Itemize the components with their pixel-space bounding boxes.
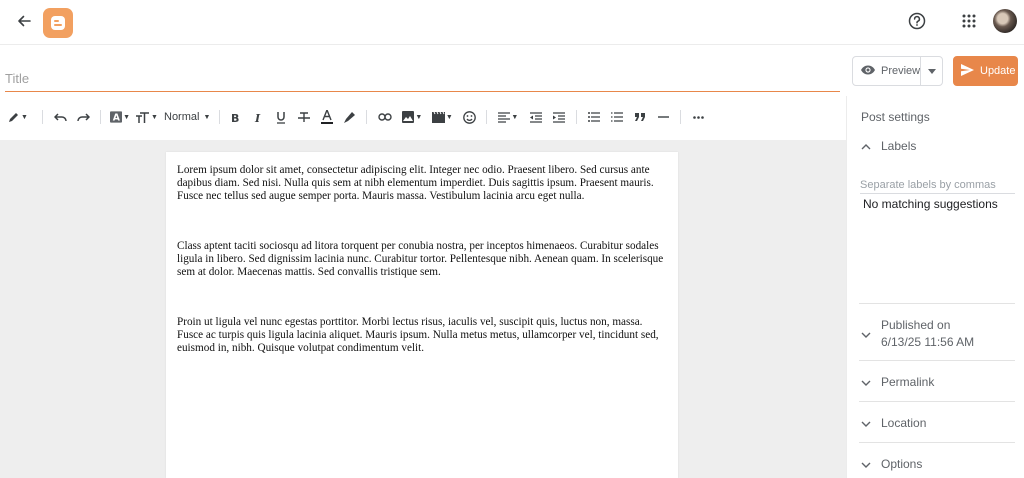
divider [859,360,1015,361]
panel-title: Post settings [861,110,930,124]
post-settings-panel: Post settings Labels No matching suggest… [846,96,1024,478]
italic-icon[interactable]: I [251,105,265,129]
font-size-dropdown[interactable]: Normal ▼ [164,105,210,129]
labels-section-header[interactable]: Labels [861,139,916,153]
chevron-up-icon [861,139,871,153]
top-bar [0,0,1024,45]
numbered-list-icon[interactable] [610,105,624,129]
pen-icon[interactable]: ▼ [7,105,29,129]
chevron-down-icon [861,375,871,389]
no-matching-suggestions: No matching suggestions [863,197,998,211]
blogger-logo[interactable] [43,8,73,38]
location-section-header[interactable]: Location [861,416,926,430]
highlight-icon[interactable] [342,105,356,129]
title-input[interactable] [5,66,840,92]
bold-icon[interactable]: B [228,105,242,129]
published-date: 6/13/25 11:56 AM [881,335,975,349]
labels-input[interactable] [860,176,1015,194]
published-section-header[interactable]: Published on 6/13/25 11:56 AM [861,317,974,351]
help-circle-icon[interactable] [907,11,927,31]
image-icon[interactable]: ▼ [401,105,423,129]
svg-text:B: B [231,112,239,123]
indent-decrease-icon[interactable] [529,105,543,129]
permalink-section-header[interactable]: Permalink [861,375,934,389]
quote-icon[interactable] [633,105,647,129]
divider [859,303,1015,304]
redo-icon[interactable] [75,105,91,129]
editor-page[interactable]: Lorem ipsum dolor sit amet, consectetur … [166,152,678,478]
chevron-down-icon [861,457,871,471]
preview-button[interactable]: Preview [853,57,922,85]
divider [859,442,1015,443]
published-heading: Published on [881,318,951,332]
indent-increase-icon[interactable] [552,105,566,129]
formatting-toolbar: ▼ A ▼ ▼ Normal ▼ B I ▼ ▼ ▼ [0,103,846,131]
arrow-back-icon[interactable] [14,11,34,31]
link-icon[interactable] [377,105,393,129]
chevron-down-icon [861,416,871,430]
preview-button-group: Preview [852,56,943,86]
update-label: Update [980,65,1016,77]
paragraph-3[interactable]: Proin ut ligula vel nunc egestas porttit… [177,316,667,355]
chevron-down-icon [861,327,871,341]
horizontal-rule-icon[interactable] [656,105,670,129]
undo-icon[interactable] [52,105,68,129]
more-icon[interactable] [691,105,705,129]
bulleted-list-icon[interactable] [587,105,601,129]
video-icon[interactable]: ▼ [431,105,453,129]
font-size-label: Normal [164,111,200,123]
emoji-icon[interactable] [461,105,477,129]
paragraph-1[interactable]: Lorem ipsum dolor sit amet, consectetur … [177,164,667,203]
avatar[interactable] [993,9,1017,33]
text-style-icon[interactable]: A ▼ [110,105,130,129]
strikethrough-icon[interactable] [297,105,311,129]
labels-heading: Labels [881,139,917,153]
underline-icon[interactable] [274,105,288,129]
align-icon[interactable]: ▼ [497,105,519,129]
svg-text:A: A [113,113,121,123]
options-heading: Options [881,457,923,471]
location-heading: Location [881,416,927,430]
text-size-icon[interactable]: ▼ [136,105,158,129]
update-button[interactable]: Update [953,56,1018,86]
eye-icon [860,64,876,79]
paragraph-2[interactable]: Class aptent taciti sociosqu ad litora t… [177,240,667,279]
permalink-heading: Permalink [881,375,935,389]
preview-label: Preview [881,65,921,77]
divider [859,401,1015,402]
text-color-icon[interactable] [320,105,334,129]
chevron-down-icon[interactable] [921,57,942,85]
options-section-header[interactable]: Options [861,457,922,471]
send-icon [961,63,974,79]
published-info: Published on 6/13/25 11:56 AM [881,317,974,351]
svg-text:I: I [254,112,261,123]
apps-grid-icon[interactable] [961,13,977,29]
